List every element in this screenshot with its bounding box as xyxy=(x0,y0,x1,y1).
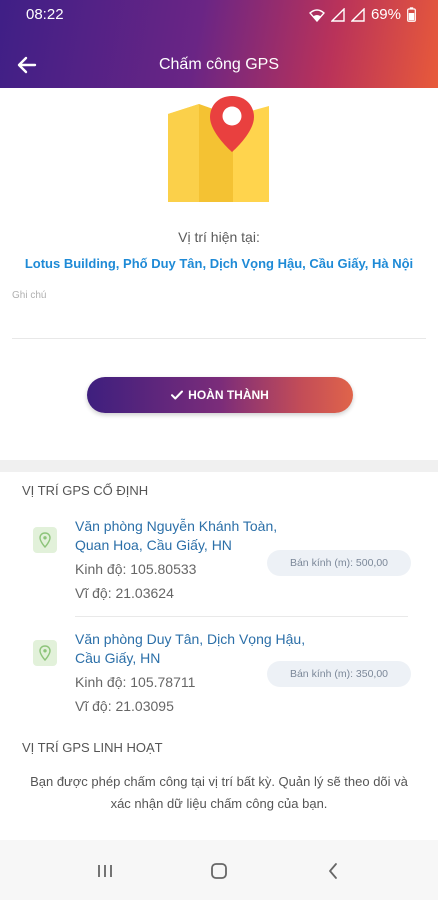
gps-radius-badge: Bán kính (m): 350,00 xyxy=(267,661,411,687)
gps-latitude: Vĩ độ: 21.03624 xyxy=(75,585,174,601)
home-icon[interactable] xyxy=(204,858,234,884)
battery-percent: 69% xyxy=(370,6,401,23)
signal-icon xyxy=(330,7,345,22)
map-pin-illustration xyxy=(168,96,269,202)
gps-longitude: Kinh độ: 105.80533 xyxy=(75,561,197,577)
fixed-gps-section-title: VỊ TRÍ GPS CỐ ĐỊNH xyxy=(22,483,149,498)
location-pin-icon xyxy=(33,640,57,666)
flexible-gps-section-title: VỊ TRÍ GPS LINH HOẠT xyxy=(22,740,163,755)
signal-icon-2 xyxy=(350,7,365,22)
status-bar: 08:22 69% xyxy=(0,0,438,30)
page-title: Chấm công GPS xyxy=(158,56,280,73)
status-icons: 69% xyxy=(308,6,416,23)
flexible-gps-description: Bạn được phép chấm công tại vị trí bất k… xyxy=(30,774,408,811)
note-underline xyxy=(12,338,426,339)
battery-icon xyxy=(407,7,416,22)
current-location-address: Lotus Building, Phố Duy Tân, Dịch Vọng H… xyxy=(24,256,414,271)
location-pin-icon xyxy=(33,527,57,553)
gps-longitude: Kinh độ: 105.78711 xyxy=(75,674,196,690)
complete-button-label: HOÀN THÀNH xyxy=(188,388,269,402)
section-divider xyxy=(0,460,438,472)
note-input[interactable]: Ghi chú xyxy=(12,290,46,301)
gps-latitude: Vĩ độ: 21.03095 xyxy=(75,698,174,714)
check-icon xyxy=(171,390,184,400)
system-nav-bar xyxy=(0,840,438,900)
wifi-icon xyxy=(308,8,325,22)
current-location-label: Vị trí hiện tại: xyxy=(178,229,260,245)
complete-button[interactable]: HOÀN THÀNH xyxy=(87,377,353,413)
app-header: 08:22 69% Chấm công GPS xyxy=(0,0,438,88)
status-time: 08:22 xyxy=(26,6,64,23)
title-bar: Chấm công GPS xyxy=(0,48,438,82)
nav-back-icon[interactable] xyxy=(318,858,348,884)
item-separator xyxy=(75,616,408,617)
gps-radius-badge: Bán kính (m): 500,00 xyxy=(267,550,411,576)
recent-apps-icon[interactable] xyxy=(90,858,120,884)
